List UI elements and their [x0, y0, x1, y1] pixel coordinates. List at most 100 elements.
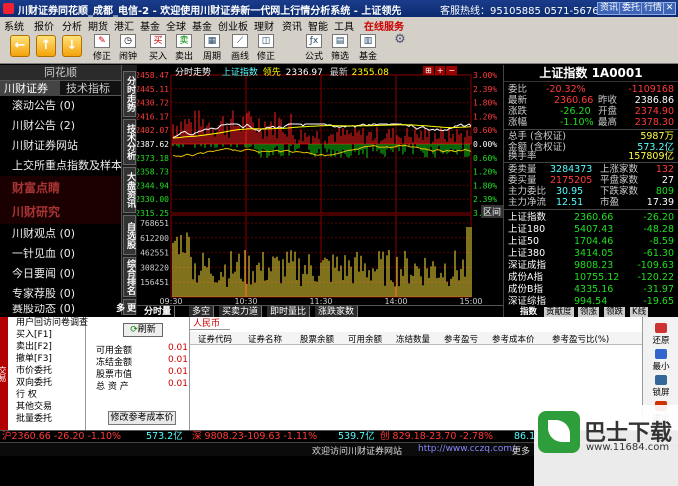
- tool-period[interactable]: ▦ 周期: [200, 34, 224, 62]
- trade-menu-item[interactable]: 用户回访问卷调查: [8, 317, 88, 329]
- column-header[interactable]: 参考盈亏: [444, 333, 478, 345]
- pct-tick-label: 2.39%: [473, 195, 497, 204]
- trade-menu-item[interactable]: 买入[F1]: [8, 329, 85, 341]
- trade-menu-item[interactable]: 其他交易: [8, 401, 85, 413]
- column-header[interactable]: 证券代码: [198, 333, 232, 345]
- list-item[interactable]: 川财证券网站: [0, 136, 121, 156]
- trade-menu-item[interactable]: 行 权: [8, 389, 85, 401]
- trade-menu-item[interactable]: 撤单[F3]: [8, 353, 85, 365]
- intraday-chart[interactable]: 2458.47 3.00% 2445.11 2.39% 2430.72 1.80% 2416…: [137, 65, 503, 305]
- sell-icon: 卖: [176, 34, 192, 48]
- tool-formula[interactable]: ƒx 公式: [302, 34, 326, 62]
- qtab-index[interactable]: 指数: [518, 307, 540, 317]
- trade-menu-item[interactable]: 市价委托: [8, 365, 85, 377]
- tool-draw-line[interactable]: ⟋ 画线: [228, 34, 252, 62]
- vtab-intraday[interactable]: 分时走势: [123, 71, 136, 117]
- quote-label: 涨跌: [508, 106, 528, 117]
- back-arrow-icon[interactable]: ←: [10, 35, 30, 57]
- currency-tab[interactable]: 人民币: [190, 319, 230, 330]
- tool-sell[interactable]: 卖 卖出: [172, 34, 196, 62]
- formula-icon: ƒx: [306, 34, 322, 48]
- quote-label: 总手 (含权证): [508, 131, 566, 142]
- index-name[interactable]: 上证380: [508, 248, 545, 259]
- price-tick-label: 2330.00: [137, 195, 169, 204]
- qtab-leaders-up[interactable]: 领涨: [578, 307, 600, 317]
- qtab-kline[interactable]: K线: [630, 307, 649, 317]
- info-button[interactable]: 资讯: [597, 2, 622, 15]
- index-price: 994.54: [574, 296, 608, 307]
- column-header[interactable]: 证券名称: [248, 333, 282, 345]
- price-tick-label: 2458.47: [137, 71, 169, 80]
- qtab-leaders-down[interactable]: 领跌: [604, 307, 626, 317]
- quote-value: -20.32%: [546, 84, 586, 95]
- list-item[interactable]: 上交所重点指数及样本: [0, 156, 121, 176]
- lock-button[interactable]: 锁屏: [645, 375, 677, 398]
- up-arrow-icon[interactable]: ↑: [36, 35, 56, 57]
- vtab-market-info[interactable]: 大盘资讯: [123, 167, 136, 213]
- quote-value: -1109168: [628, 84, 674, 95]
- quote-button[interactable]: 行情: [641, 2, 666, 15]
- watermark: 巴士下载 www.11684.com: [534, 405, 678, 486]
- list-item[interactable]: 一针见血 (0): [0, 244, 121, 264]
- column-header[interactable]: 可用余额: [348, 333, 382, 345]
- index-name[interactable]: 上证指数: [508, 212, 546, 223]
- close-icon[interactable]: ✕: [663, 2, 676, 15]
- list-item[interactable]: 滚动公告 (0): [0, 96, 121, 116]
- vtab-watchlist[interactable]: 自选股: [123, 215, 136, 255]
- entrust-button[interactable]: 委托: [619, 2, 644, 15]
- vtab-ranking[interactable]: 综合排名: [123, 257, 136, 297]
- tool-settings[interactable]: ⚙: [388, 33, 412, 49]
- column-header[interactable]: 参考盈亏比(%): [552, 333, 609, 345]
- price-tick-label: 2387.62: [137, 140, 169, 149]
- list-item[interactable]: 今日要闻 (0): [0, 264, 121, 284]
- chart-window-controls[interactable]: ⊞ + −: [423, 66, 467, 75]
- column-header[interactable]: 参考成本价: [492, 333, 535, 345]
- tab-tech-indicators[interactable]: 技术指标: [62, 81, 114, 96]
- footer-url[interactable]: http://www.cczq.com/: [418, 444, 515, 454]
- refresh-button[interactable]: ⟳刷新: [123, 323, 163, 337]
- quote-value: 2175205: [550, 175, 593, 186]
- tool-buy[interactable]: 买 买入: [146, 34, 170, 62]
- column-header[interactable]: 冻结数量: [396, 333, 430, 345]
- trade-menu-item[interactable]: 卖出[F2]: [8, 341, 85, 353]
- section-wealth[interactable]: 财富点睛: [0, 176, 121, 200]
- qtab-contribution[interactable]: 贡献度: [544, 307, 574, 317]
- index-name[interactable]: 上证50: [508, 236, 539, 247]
- summary-row: 冻结金额 0.01: [96, 355, 188, 368]
- trade-menu-item[interactable]: 批量委托: [8, 413, 85, 425]
- tool-fix-2[interactable]: ◫ 修正: [254, 34, 278, 62]
- section-research[interactable]: 川财研究: [0, 200, 121, 224]
- pct-tick-label: 0.60%: [473, 126, 497, 135]
- tool-fix[interactable]: ✎ 修正: [90, 34, 114, 62]
- vtab-more[interactable]: 更多: [114, 299, 136, 315]
- quote-label: 上涨家数: [600, 164, 639, 175]
- index-name[interactable]: 深证成指: [508, 260, 546, 271]
- vtab-technical[interactable]: 技术分析: [123, 119, 136, 165]
- table-header: 证券代码 证券名称 股票余额 可用余额 冻结数量 参考盈亏 参考成本价 参考盈亏…: [190, 332, 642, 345]
- modify-cost-button[interactable]: 修改参考成本价: [108, 411, 176, 425]
- quote-label: 平盘家数: [600, 175, 639, 186]
- list-item[interactable]: 赛股动态 (0): [0, 304, 121, 314]
- tool-alarm[interactable]: ◷ 闹钟: [116, 34, 140, 62]
- list-item[interactable]: 川财观点 (0): [0, 224, 121, 244]
- price-tick-label: 2445.11: [137, 85, 169, 94]
- tab-chuancai[interactable]: 川财证券: [0, 81, 60, 96]
- index-name[interactable]: 成份B指: [508, 284, 543, 295]
- price-tick-label: 2373.18: [137, 154, 169, 163]
- index-name[interactable]: 成份A指: [508, 272, 543, 283]
- quote-value: -26.20: [560, 106, 591, 117]
- range-label[interactable]: 区间: [481, 205, 503, 218]
- tool-fund[interactable]: ▥ 基金: [356, 34, 380, 62]
- down-arrow-icon[interactable]: ↓: [62, 35, 82, 57]
- column-header[interactable]: 股票余额: [300, 333, 334, 345]
- restore-button[interactable]: 还原: [645, 323, 677, 346]
- index-name[interactable]: 上证180: [508, 224, 545, 235]
- minimize-button[interactable]: 最小: [645, 349, 677, 372]
- list-item[interactable]: 专家荐股 (0): [0, 284, 121, 304]
- tool-filter[interactable]: ▤ 筛选: [328, 34, 352, 62]
- draw-line-icon: ⟋: [232, 34, 248, 48]
- index-name[interactable]: 深证综指: [508, 296, 546, 307]
- footer-more[interactable]: 更多: [512, 444, 530, 457]
- list-item[interactable]: 川财公告 (2): [0, 116, 121, 136]
- trade-menu-item[interactable]: 双向委托: [8, 377, 85, 389]
